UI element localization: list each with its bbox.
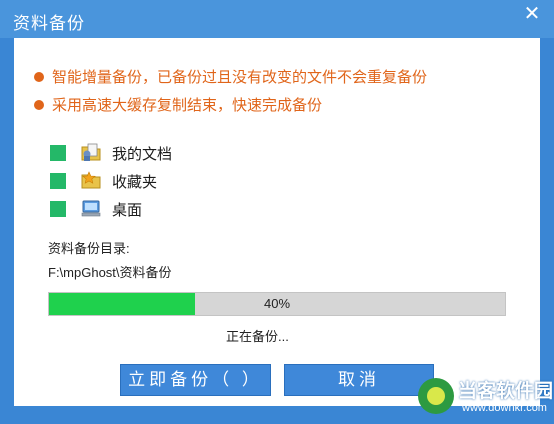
progress-bar: 40%: [48, 292, 506, 316]
watermark-url: www.downkr.com: [462, 402, 547, 414]
watermark-logo-icon: [418, 378, 454, 414]
watermark: 当客软件园 www.downkr.com: [410, 374, 554, 424]
watermark-name: 当客软件园: [458, 381, 554, 402]
dialog-content: 智能增量备份，已备份过且没有改变的文件不会重复备份 采用高速大缓存复制结束，快速…: [14, 38, 540, 406]
desktop-icon: [81, 200, 101, 217]
item-label: 我的文档: [112, 146, 173, 163]
bullet-dot-icon: [34, 72, 44, 83]
status-text: 正在备份...: [226, 329, 289, 344]
close-icon[interactable]: ✕: [522, 4, 542, 24]
window-title: 资料备份: [13, 14, 85, 33]
backup-dir-label: 资料备份目录:: [48, 241, 130, 256]
backup-dialog: 资料备份 ✕ 智能增量备份，已备份过且没有改变的文件不会重复备份 采用高速大缓存…: [0, 0, 554, 424]
bullet-dot-icon: [34, 100, 44, 111]
item-label: 桌面: [112, 202, 143, 219]
favorites-folder-icon: [81, 171, 101, 189]
progress-percent: 40%: [263, 296, 291, 311]
my-documents-icon: [81, 143, 101, 161]
checkbox[interactable]: [50, 201, 66, 217]
checkbox[interactable]: [50, 173, 66, 189]
tip-fast-copy: 采用高速大缓存复制结束，快速完成备份: [34, 94, 322, 115]
tip-text: 智能增量备份，已备份过且没有改变的文件不会重复备份: [52, 69, 428, 86]
checkbox[interactable]: [50, 145, 66, 161]
tip-text: 采用高速大缓存复制结束，快速完成备份: [52, 97, 323, 114]
backup-now-button[interactable]: 立即备份（ ）: [120, 364, 271, 396]
backup-dir-path: F:\mpGhost\资料备份: [48, 265, 172, 280]
tip-incremental: 智能增量备份，已备份过且没有改变的文件不会重复备份: [34, 66, 427, 87]
title-bar[interactable]: 资料备份 ✕: [0, 0, 554, 38]
item-label: 收藏夹: [112, 174, 158, 191]
